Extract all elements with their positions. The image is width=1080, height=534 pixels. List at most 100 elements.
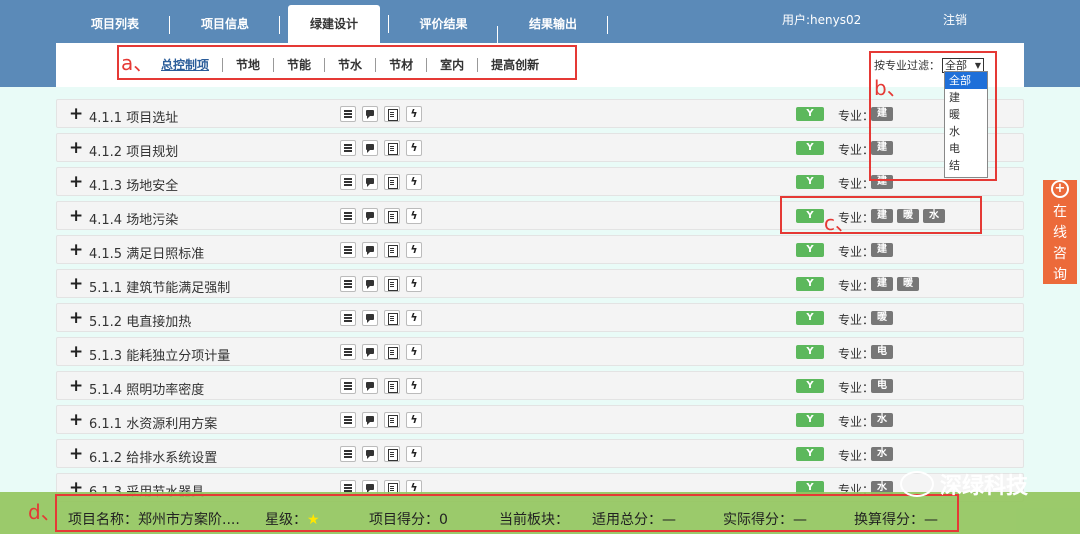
comment-icon[interactable]: [362, 106, 378, 122]
list-icon[interactable]: [340, 174, 356, 190]
expand-plus-icon[interactable]: +: [69, 446, 83, 463]
consult-char: 线: [1053, 225, 1067, 241]
list-icon[interactable]: [340, 276, 356, 292]
document-icon[interactable]: [384, 208, 400, 224]
tab-project-list[interactable]: 项目列表: [60, 5, 170, 43]
comment-icon[interactable]: [362, 344, 378, 360]
list-item[interactable]: +4.1.5 满足日照标准 ϟ Y 专业：建: [56, 235, 1024, 264]
list-item[interactable]: +5.1.4 照明功率密度 ϟ Y 专业：电: [56, 371, 1024, 400]
document-icon[interactable]: [384, 242, 400, 258]
tab-green-design[interactable]: 绿建设计: [288, 5, 380, 43]
document-icon[interactable]: [384, 412, 400, 428]
annotation-label-d: d、: [28, 500, 61, 524]
status-badge: Y: [796, 311, 824, 325]
tab-project-info[interactable]: 项目信息: [170, 5, 280, 43]
list-icon[interactable]: [340, 140, 356, 156]
main-tabs: 项目列表 项目信息 绿建设计 评价结果 结果输出: [60, 5, 608, 44]
list-icon[interactable]: [340, 378, 356, 394]
logout-link[interactable]: 注销: [943, 11, 967, 28]
annotation-box-d: [55, 494, 959, 532]
annotation-label-c: c、: [824, 211, 855, 235]
expand-plus-icon[interactable]: +: [69, 106, 83, 123]
wechat-icon: [900, 471, 934, 497]
document-icon[interactable]: [384, 310, 400, 326]
comment-icon[interactable]: [362, 310, 378, 326]
specialty-tag: 水: [871, 447, 893, 461]
list-item[interactable]: +6.1.1 水资源利用方案 ϟ Y 专业：水: [56, 405, 1024, 434]
list-icon[interactable]: [340, 106, 356, 122]
consult-char: 在: [1053, 204, 1067, 220]
item-title: 6.1.2 给排水系统设置: [89, 451, 218, 466]
document-icon[interactable]: [384, 446, 400, 462]
document-icon[interactable]: [384, 140, 400, 156]
expand-plus-icon[interactable]: +: [69, 276, 83, 293]
expand-plus-icon[interactable]: +: [69, 140, 83, 157]
item-title: 6.1.1 水资源利用方案: [89, 417, 218, 432]
comment-icon[interactable]: [362, 242, 378, 258]
bolt-icon[interactable]: ϟ: [406, 276, 422, 292]
filter-option[interactable]: 建: [945, 89, 987, 106]
list-item[interactable]: +5.1.3 能耗独立分项计量 ϟ Y 专业：电: [56, 337, 1024, 366]
expand-plus-icon[interactable]: +: [69, 378, 83, 395]
filter-option[interactable]: 电: [945, 140, 987, 157]
expand-plus-icon[interactable]: +: [69, 344, 83, 361]
bolt-icon[interactable]: ϟ: [406, 310, 422, 326]
comment-icon[interactable]: [362, 174, 378, 190]
bolt-icon[interactable]: ϟ: [406, 174, 422, 190]
online-consult-button[interactable]: + 在 线 咨 询: [1043, 180, 1077, 284]
item-title: 5.1.2 电直接加热: [89, 315, 192, 330]
plus-circle-icon: +: [1051, 180, 1069, 198]
list-icon[interactable]: [340, 344, 356, 360]
expand-plus-icon[interactable]: +: [69, 174, 83, 191]
bolt-icon[interactable]: ϟ: [406, 208, 422, 224]
bolt-icon[interactable]: ϟ: [406, 140, 422, 156]
specialty-label: 专业：: [838, 381, 875, 395]
comment-icon[interactable]: [362, 412, 378, 428]
list-item[interactable]: +5.1.2 电直接加热 ϟ Y 专业：暖: [56, 303, 1024, 332]
bolt-icon[interactable]: ϟ: [406, 344, 422, 360]
tab-evaluation-result[interactable]: 评价结果: [388, 15, 498, 44]
list-icon[interactable]: [340, 208, 356, 224]
specialty-tags: 建: [871, 243, 897, 257]
filter-option[interactable]: 暖: [945, 106, 987, 123]
tab-result-output[interactable]: 结果输出: [498, 5, 608, 43]
document-icon[interactable]: [384, 106, 400, 122]
bolt-icon[interactable]: ϟ: [406, 412, 422, 428]
status-badge: Y: [796, 175, 824, 189]
specialty-label: 专业：: [838, 279, 875, 293]
bolt-icon[interactable]: ϟ: [406, 106, 422, 122]
user-label: 用户:henys02: [782, 13, 862, 27]
list-icon[interactable]: [340, 412, 356, 428]
item-actions: ϟ: [340, 140, 428, 156]
list-icon[interactable]: [340, 310, 356, 326]
document-icon[interactable]: [384, 174, 400, 190]
bolt-icon[interactable]: ϟ: [406, 446, 422, 462]
specialty-tag: 暖: [871, 311, 893, 325]
annotation-label-b: b、: [874, 76, 907, 100]
status-badge: Y: [796, 243, 824, 257]
document-icon[interactable]: [384, 344, 400, 360]
filter-option[interactable]: 结: [945, 157, 987, 174]
comment-icon[interactable]: [362, 140, 378, 156]
expand-plus-icon[interactable]: +: [69, 242, 83, 259]
document-icon[interactable]: [384, 276, 400, 292]
item-actions: ϟ: [340, 378, 428, 394]
comment-icon[interactable]: [362, 276, 378, 292]
status-badge: Y: [796, 345, 824, 359]
document-icon[interactable]: [384, 378, 400, 394]
expand-plus-icon[interactable]: +: [69, 310, 83, 327]
bolt-icon[interactable]: ϟ: [406, 242, 422, 258]
expand-plus-icon[interactable]: +: [69, 412, 83, 429]
specialty-label: 专业：: [838, 449, 875, 463]
list-item[interactable]: +6.1.2 给排水系统设置 ϟ Y 专业：水: [56, 439, 1024, 468]
expand-plus-icon[interactable]: +: [69, 208, 83, 225]
comment-icon[interactable]: [362, 378, 378, 394]
list-icon[interactable]: [340, 446, 356, 462]
bolt-icon[interactable]: ϟ: [406, 378, 422, 394]
filter-option[interactable]: 全部: [945, 72, 987, 89]
list-icon[interactable]: [340, 242, 356, 258]
list-item[interactable]: +5.1.1 建筑节能满足强制 ϟ Y 专业：建暖: [56, 269, 1024, 298]
filter-option[interactable]: 水: [945, 123, 987, 140]
comment-icon[interactable]: [362, 208, 378, 224]
comment-icon[interactable]: [362, 446, 378, 462]
